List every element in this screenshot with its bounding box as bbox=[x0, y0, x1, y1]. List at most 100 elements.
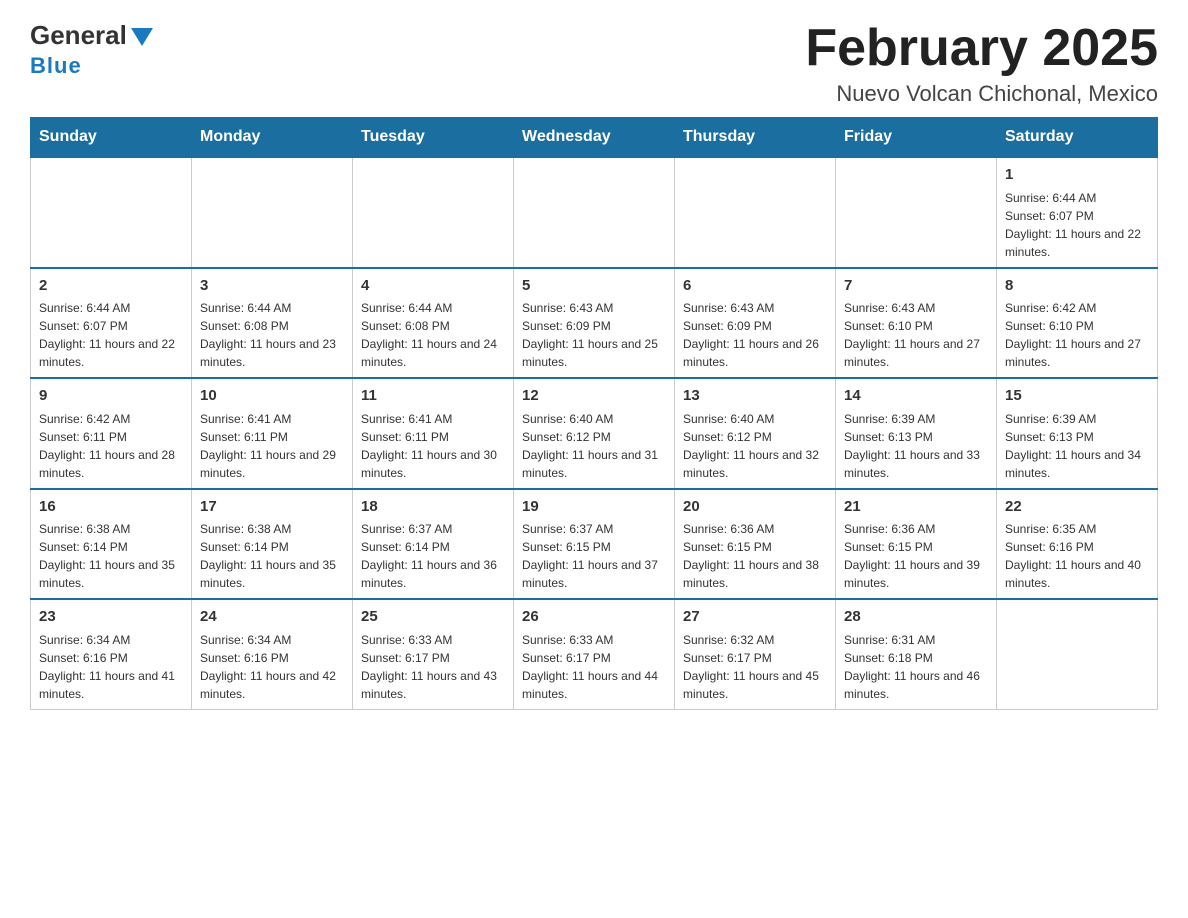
calendar-week-row: 9Sunrise: 6:42 AMSunset: 6:11 PMDaylight… bbox=[31, 378, 1158, 489]
day-info: Sunrise: 6:38 AMSunset: 6:14 PMDaylight:… bbox=[39, 520, 183, 592]
day-info: Sunrise: 6:43 AMSunset: 6:09 PMDaylight:… bbox=[522, 299, 666, 371]
day-number: 9 bbox=[39, 385, 183, 408]
day-number: 28 bbox=[844, 606, 988, 629]
title-block: February 2025 Nuevo Volcan Chichonal, Me… bbox=[805, 20, 1158, 107]
calendar-cell: 8Sunrise: 6:42 AMSunset: 6:10 PMDaylight… bbox=[997, 268, 1158, 379]
day-number: 8 bbox=[1005, 275, 1149, 298]
day-info: Sunrise: 6:38 AMSunset: 6:14 PMDaylight:… bbox=[200, 520, 344, 592]
day-info: Sunrise: 6:41 AMSunset: 6:11 PMDaylight:… bbox=[200, 410, 344, 482]
calendar-cell: 24Sunrise: 6:34 AMSunset: 6:16 PMDayligh… bbox=[192, 599, 353, 709]
logo: General Blue bbox=[30, 20, 153, 79]
day-info: Sunrise: 6:44 AMSunset: 6:07 PMDaylight:… bbox=[1005, 189, 1149, 261]
day-info: Sunrise: 6:40 AMSunset: 6:12 PMDaylight:… bbox=[522, 410, 666, 482]
calendar-cell bbox=[997, 599, 1158, 709]
calendar-cell: 20Sunrise: 6:36 AMSunset: 6:15 PMDayligh… bbox=[675, 489, 836, 600]
calendar-header: SundayMondayTuesdayWednesdayThursdayFrid… bbox=[31, 118, 1158, 158]
day-number: 25 bbox=[361, 606, 505, 629]
day-info: Sunrise: 6:34 AMSunset: 6:16 PMDaylight:… bbox=[200, 631, 344, 703]
page-header: General Blue February 2025 Nuevo Volcan … bbox=[30, 20, 1158, 107]
calendar-cell: 1Sunrise: 6:44 AMSunset: 6:07 PMDaylight… bbox=[997, 157, 1158, 268]
day-number: 14 bbox=[844, 385, 988, 408]
calendar-cell: 25Sunrise: 6:33 AMSunset: 6:17 PMDayligh… bbox=[353, 599, 514, 709]
calendar-cell bbox=[836, 157, 997, 268]
logo-general-text: General bbox=[30, 20, 127, 51]
calendar-cell: 28Sunrise: 6:31 AMSunset: 6:18 PMDayligh… bbox=[836, 599, 997, 709]
calendar-cell: 9Sunrise: 6:42 AMSunset: 6:11 PMDaylight… bbox=[31, 378, 192, 489]
day-number: 4 bbox=[361, 275, 505, 298]
calendar-cell bbox=[31, 157, 192, 268]
calendar-cell: 5Sunrise: 6:43 AMSunset: 6:09 PMDaylight… bbox=[514, 268, 675, 379]
calendar-cell: 7Sunrise: 6:43 AMSunset: 6:10 PMDaylight… bbox=[836, 268, 997, 379]
weekday-header-wednesday: Wednesday bbox=[514, 118, 675, 158]
day-info: Sunrise: 6:33 AMSunset: 6:17 PMDaylight:… bbox=[361, 631, 505, 703]
day-info: Sunrise: 6:36 AMSunset: 6:15 PMDaylight:… bbox=[844, 520, 988, 592]
day-number: 6 bbox=[683, 275, 827, 298]
calendar-cell bbox=[514, 157, 675, 268]
calendar-cell: 23Sunrise: 6:34 AMSunset: 6:16 PMDayligh… bbox=[31, 599, 192, 709]
logo-triangle-icon bbox=[131, 28, 153, 46]
day-info: Sunrise: 6:33 AMSunset: 6:17 PMDaylight:… bbox=[522, 631, 666, 703]
calendar-cell: 6Sunrise: 6:43 AMSunset: 6:09 PMDaylight… bbox=[675, 268, 836, 379]
day-info: Sunrise: 6:31 AMSunset: 6:18 PMDaylight:… bbox=[844, 631, 988, 703]
page-title: February 2025 bbox=[805, 20, 1158, 77]
day-number: 5 bbox=[522, 275, 666, 298]
day-info: Sunrise: 6:37 AMSunset: 6:15 PMDaylight:… bbox=[522, 520, 666, 592]
calendar-cell: 16Sunrise: 6:38 AMSunset: 6:14 PMDayligh… bbox=[31, 489, 192, 600]
calendar-table: SundayMondayTuesdayWednesdayThursdayFrid… bbox=[30, 117, 1158, 710]
day-info: Sunrise: 6:32 AMSunset: 6:17 PMDaylight:… bbox=[683, 631, 827, 703]
day-info: Sunrise: 6:34 AMSunset: 6:16 PMDaylight:… bbox=[39, 631, 183, 703]
calendar-cell: 2Sunrise: 6:44 AMSunset: 6:07 PMDaylight… bbox=[31, 268, 192, 379]
calendar-week-row: 16Sunrise: 6:38 AMSunset: 6:14 PMDayligh… bbox=[31, 489, 1158, 600]
day-info: Sunrise: 6:41 AMSunset: 6:11 PMDaylight:… bbox=[361, 410, 505, 482]
day-info: Sunrise: 6:40 AMSunset: 6:12 PMDaylight:… bbox=[683, 410, 827, 482]
weekday-header-sunday: Sunday bbox=[31, 118, 192, 158]
day-info: Sunrise: 6:42 AMSunset: 6:11 PMDaylight:… bbox=[39, 410, 183, 482]
day-info: Sunrise: 6:43 AMSunset: 6:09 PMDaylight:… bbox=[683, 299, 827, 371]
day-number: 12 bbox=[522, 385, 666, 408]
calendar-cell bbox=[192, 157, 353, 268]
day-number: 20 bbox=[683, 496, 827, 519]
calendar-cell: 18Sunrise: 6:37 AMSunset: 6:14 PMDayligh… bbox=[353, 489, 514, 600]
calendar-cell: 22Sunrise: 6:35 AMSunset: 6:16 PMDayligh… bbox=[997, 489, 1158, 600]
calendar-week-row: 23Sunrise: 6:34 AMSunset: 6:16 PMDayligh… bbox=[31, 599, 1158, 709]
calendar-cell: 21Sunrise: 6:36 AMSunset: 6:15 PMDayligh… bbox=[836, 489, 997, 600]
weekday-header-saturday: Saturday bbox=[997, 118, 1158, 158]
calendar-cell: 3Sunrise: 6:44 AMSunset: 6:08 PMDaylight… bbox=[192, 268, 353, 379]
day-number: 3 bbox=[200, 275, 344, 298]
day-number: 17 bbox=[200, 496, 344, 519]
calendar-cell: 15Sunrise: 6:39 AMSunset: 6:13 PMDayligh… bbox=[997, 378, 1158, 489]
weekday-header-monday: Monday bbox=[192, 118, 353, 158]
day-number: 26 bbox=[522, 606, 666, 629]
calendar-week-row: 1Sunrise: 6:44 AMSunset: 6:07 PMDaylight… bbox=[31, 157, 1158, 268]
calendar-cell: 12Sunrise: 6:40 AMSunset: 6:12 PMDayligh… bbox=[514, 378, 675, 489]
day-number: 10 bbox=[200, 385, 344, 408]
calendar-cell: 10Sunrise: 6:41 AMSunset: 6:11 PMDayligh… bbox=[192, 378, 353, 489]
day-number: 27 bbox=[683, 606, 827, 629]
calendar-cell: 17Sunrise: 6:38 AMSunset: 6:14 PMDayligh… bbox=[192, 489, 353, 600]
calendar-week-row: 2Sunrise: 6:44 AMSunset: 6:07 PMDaylight… bbox=[31, 268, 1158, 379]
day-info: Sunrise: 6:35 AMSunset: 6:16 PMDaylight:… bbox=[1005, 520, 1149, 592]
calendar-cell: 27Sunrise: 6:32 AMSunset: 6:17 PMDayligh… bbox=[675, 599, 836, 709]
day-info: Sunrise: 6:44 AMSunset: 6:07 PMDaylight:… bbox=[39, 299, 183, 371]
day-number: 7 bbox=[844, 275, 988, 298]
day-number: 1 bbox=[1005, 164, 1149, 187]
day-number: 18 bbox=[361, 496, 505, 519]
page-subtitle: Nuevo Volcan Chichonal, Mexico bbox=[805, 81, 1158, 107]
calendar-cell bbox=[675, 157, 836, 268]
day-number: 21 bbox=[844, 496, 988, 519]
day-number: 16 bbox=[39, 496, 183, 519]
weekday-header-tuesday: Tuesday bbox=[353, 118, 514, 158]
weekday-header-row: SundayMondayTuesdayWednesdayThursdayFrid… bbox=[31, 118, 1158, 158]
calendar-cell bbox=[353, 157, 514, 268]
day-number: 11 bbox=[361, 385, 505, 408]
day-info: Sunrise: 6:36 AMSunset: 6:15 PMDaylight:… bbox=[683, 520, 827, 592]
calendar-cell: 26Sunrise: 6:33 AMSunset: 6:17 PMDayligh… bbox=[514, 599, 675, 709]
day-number: 2 bbox=[39, 275, 183, 298]
calendar-cell: 14Sunrise: 6:39 AMSunset: 6:13 PMDayligh… bbox=[836, 378, 997, 489]
calendar-body: 1Sunrise: 6:44 AMSunset: 6:07 PMDaylight… bbox=[31, 157, 1158, 709]
calendar-cell: 13Sunrise: 6:40 AMSunset: 6:12 PMDayligh… bbox=[675, 378, 836, 489]
day-number: 19 bbox=[522, 496, 666, 519]
day-info: Sunrise: 6:43 AMSunset: 6:10 PMDaylight:… bbox=[844, 299, 988, 371]
day-info: Sunrise: 6:42 AMSunset: 6:10 PMDaylight:… bbox=[1005, 299, 1149, 371]
day-number: 22 bbox=[1005, 496, 1149, 519]
